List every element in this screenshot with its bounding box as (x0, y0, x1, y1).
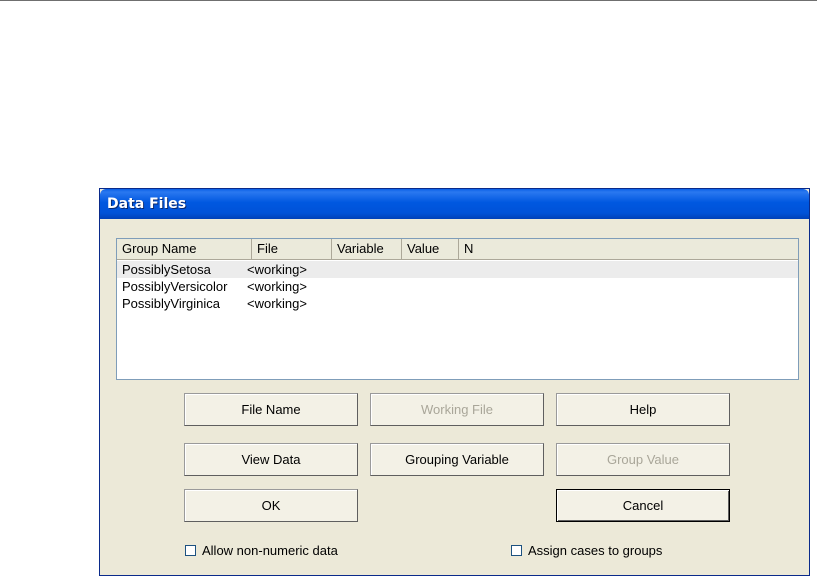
column-header-n[interactable]: N (459, 239, 798, 259)
list-row[interactable]: PossiblyVersicolor <working> (117, 278, 798, 295)
column-header-variable[interactable]: Variable (332, 239, 402, 259)
group-value-button[interactable]: Group Value (556, 443, 730, 476)
column-header-file[interactable]: File (252, 239, 332, 259)
grouping-variable-button[interactable]: Grouping Variable (370, 443, 544, 476)
dialog-title: Data Files (107, 196, 187, 212)
row-file: <working> (247, 262, 307, 277)
column-header-value[interactable]: Value (402, 239, 459, 259)
title-bar[interactable]: Data Files (100, 189, 809, 219)
list-row[interactable]: PossiblyVirginica <working> (117, 295, 798, 312)
list-row[interactable]: PossiblySetosa <working> (117, 261, 798, 278)
allow-non-numeric-label: Allow non-numeric data (202, 543, 338, 558)
view-data-button[interactable]: View Data (184, 443, 358, 476)
assign-cases-label: Assign cases to groups (528, 543, 663, 558)
group-list[interactable]: Group Name File Variable Value N Possibl… (116, 238, 799, 380)
checkbox-box[interactable] (511, 545, 522, 556)
row-group-name: PossiblyVirginica (122, 296, 221, 311)
row-file: <working> (247, 296, 307, 311)
ok-button[interactable]: OK (184, 489, 358, 522)
cancel-button[interactable]: Cancel (556, 489, 730, 522)
assign-cases-checkbox[interactable]: Assign cases to groups (511, 543, 662, 558)
help-button[interactable]: Help (556, 393, 730, 426)
file-name-button[interactable]: File Name (184, 393, 358, 426)
allow-non-numeric-checkbox[interactable]: Allow non-numeric data (185, 543, 338, 558)
data-files-dialog: Data Files Group Name File Variable Valu… (99, 188, 810, 576)
column-header-group-name[interactable]: Group Name (117, 239, 252, 259)
row-group-name: PossiblySetosa (122, 262, 211, 277)
checkbox-box[interactable] (185, 545, 196, 556)
list-header: Group Name File Variable Value N (117, 239, 798, 260)
row-group-name: PossiblyVersicolor (122, 279, 228, 294)
working-file-button[interactable]: Working File (370, 393, 544, 426)
row-file: <working> (247, 279, 307, 294)
top-divider (0, 0, 817, 1)
